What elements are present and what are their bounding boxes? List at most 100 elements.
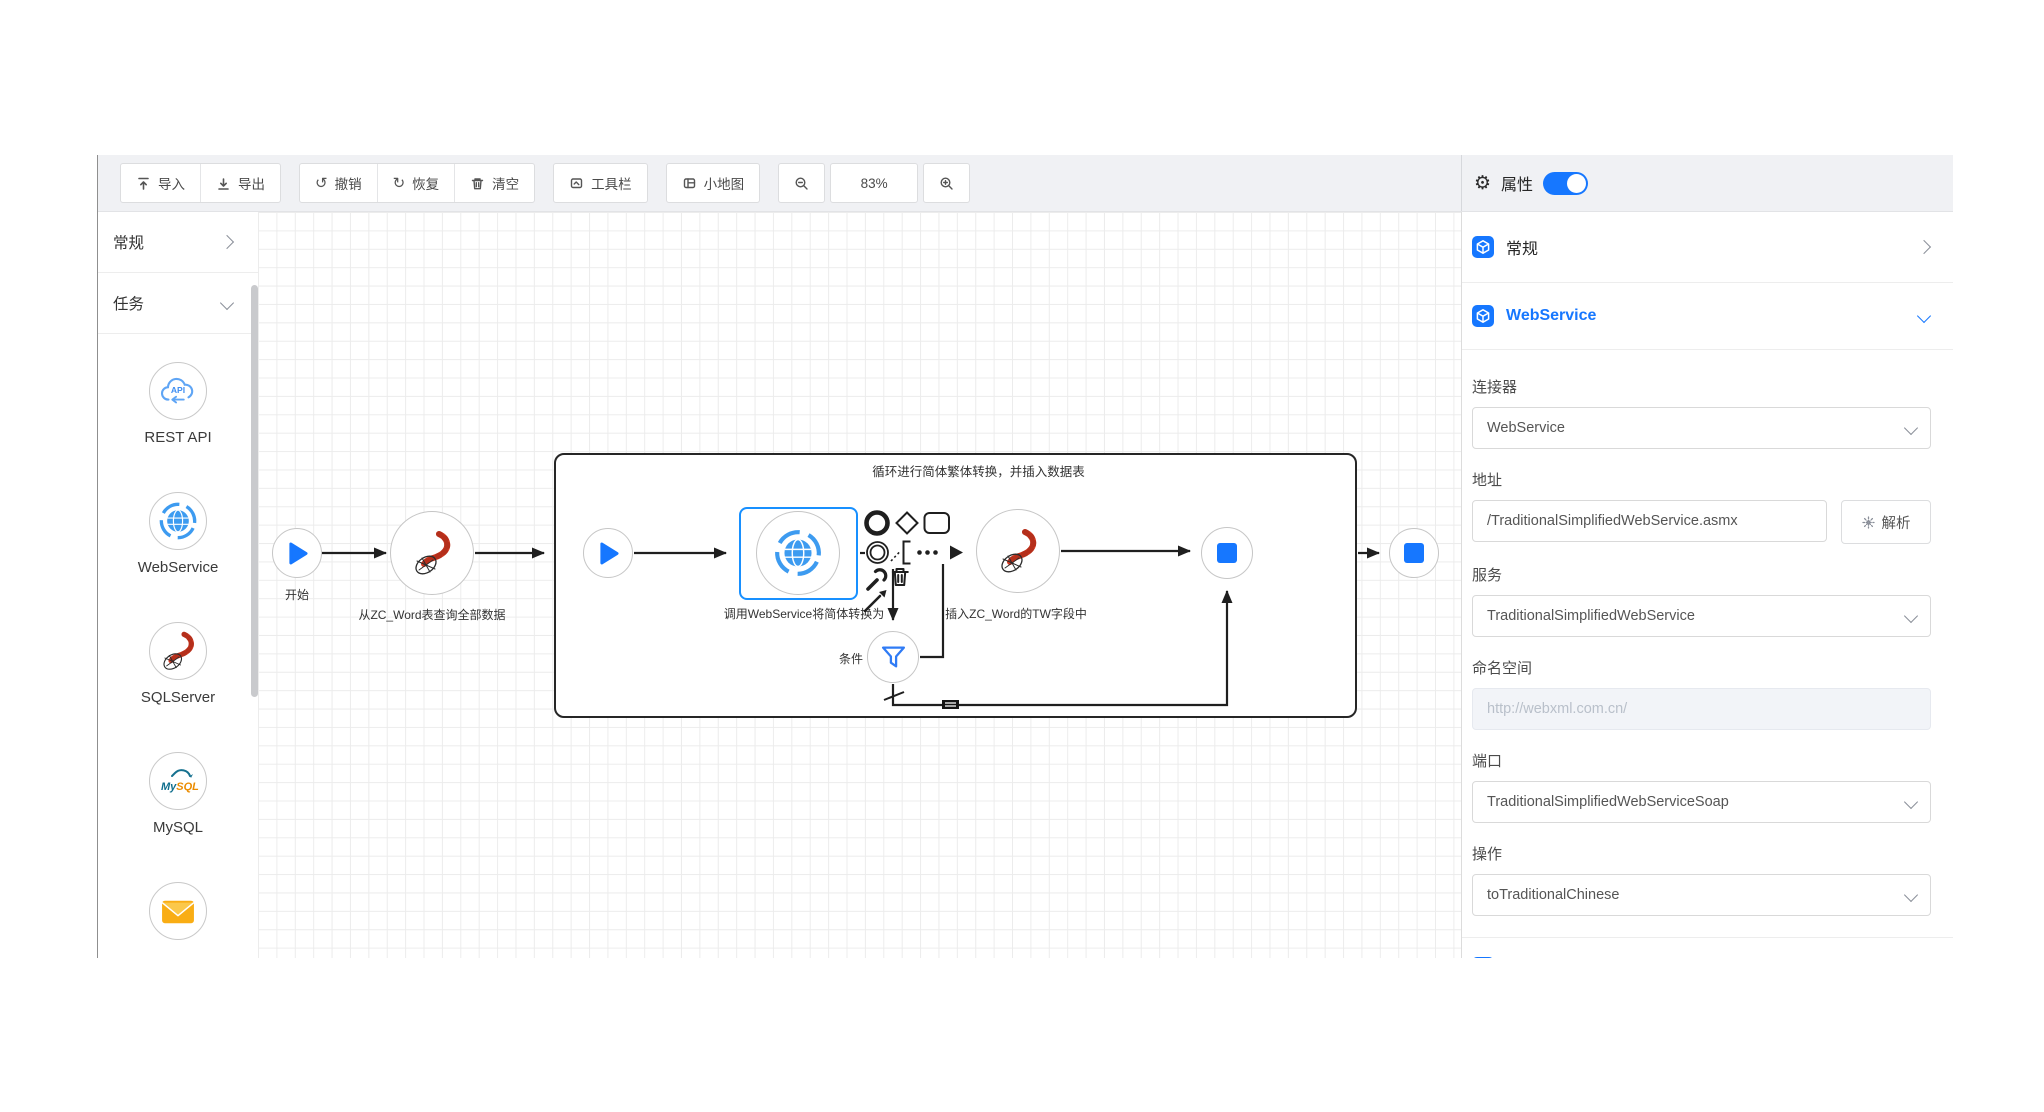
trash-icon bbox=[470, 176, 485, 191]
chevron-right-icon bbox=[220, 235, 234, 249]
rest-api-circle: API bbox=[149, 362, 207, 420]
sidebar-group-general[interactable]: 常规 bbox=[98, 212, 258, 273]
sql-query-node-label: 从ZC_Word表查询全部数据 bbox=[358, 606, 505, 623]
export-label: 导出 bbox=[238, 173, 265, 193]
toolbar-toggle-button[interactable]: 工具栏 bbox=[554, 164, 647, 202]
select-chevron-icon bbox=[1904, 609, 1918, 623]
address-row: 解析 bbox=[1472, 500, 1931, 544]
svg-text:MySQL: MySQL bbox=[161, 781, 199, 793]
namespace-label: 命名空间 bbox=[1472, 657, 1931, 678]
palette-item-sqlserver[interactable]: SQLServer bbox=[98, 622, 258, 706]
shape-circle-tool[interactable] bbox=[867, 513, 888, 534]
connect-tool[interactable] bbox=[891, 542, 911, 564]
minimap-group: 小地图 bbox=[666, 163, 761, 203]
group-task-label: 任务 bbox=[113, 292, 144, 314]
sql-query-node[interactable] bbox=[390, 511, 474, 595]
port-select[interactable]: TraditionalSimplifiedWebServiceSoap bbox=[1472, 781, 1931, 823]
webservice-form: 连接器 WebService 地址 解析 服务 TraditionalSimpl… bbox=[1462, 376, 1953, 916]
mysql-logo-icon: MySQL bbox=[157, 766, 199, 796]
export-button[interactable]: 导出 bbox=[200, 164, 280, 202]
parse-button[interactable]: 解析 bbox=[1841, 500, 1931, 544]
connector-select[interactable]: WebService bbox=[1472, 407, 1931, 449]
start-node[interactable] bbox=[272, 528, 322, 578]
webservice-globe-icon bbox=[773, 528, 823, 578]
section-webservice-label: WebService bbox=[1506, 307, 1596, 325]
start-node-label: 开始 bbox=[285, 586, 309, 603]
address-input[interactable] bbox=[1472, 500, 1827, 542]
properties-toggle[interactable] bbox=[1543, 172, 1588, 195]
cube-icon bbox=[1472, 305, 1494, 327]
properties-header: ⚙ 属性 bbox=[1461, 155, 1953, 211]
undo-button[interactable]: ↺ 撤销 bbox=[300, 164, 377, 202]
section-data-io-label: 数据I/O bbox=[1506, 956, 1559, 958]
webservice-globe-icon bbox=[158, 501, 198, 541]
palette-item-rest-api[interactable]: API REST API bbox=[98, 362, 258, 446]
shape-diamond-tool[interactable] bbox=[897, 513, 918, 534]
parse-button-label: 解析 bbox=[1882, 512, 1911, 533]
database-icon bbox=[1472, 957, 1494, 958]
node-palette-sidebar: 常规 任务 API REST API bbox=[98, 212, 258, 958]
section-general-label: 常规 bbox=[1506, 235, 1538, 259]
palette-item-email[interactable] bbox=[98, 882, 258, 940]
wrench-tool[interactable] bbox=[868, 570, 886, 589]
mysql-circle: MySQL bbox=[149, 752, 207, 810]
svg-text:API: API bbox=[171, 385, 185, 395]
operation-select[interactable]: toTraditionalChinese bbox=[1472, 874, 1931, 916]
minimap-button[interactable]: 小地图 bbox=[667, 164, 760, 202]
zoom-in-button[interactable] bbox=[924, 164, 969, 202]
email-envelope-icon bbox=[159, 896, 197, 926]
redo-label: 恢复 bbox=[412, 173, 439, 193]
play-icon bbox=[598, 541, 619, 566]
loop-start-node[interactable] bbox=[583, 528, 633, 578]
namespace-input[interactable] bbox=[1472, 688, 1931, 730]
zoom-out-group bbox=[778, 163, 825, 203]
service-select[interactable]: TraditionalSimplifiedWebService bbox=[1472, 595, 1931, 637]
toggle-knob bbox=[1567, 174, 1586, 193]
more-dots-icon[interactable] bbox=[917, 550, 938, 555]
properties-title: 属性 bbox=[1501, 171, 1533, 195]
palette-item-mysql[interactable]: MySQL MySQL bbox=[98, 752, 258, 836]
stop-square-icon bbox=[1404, 543, 1424, 563]
redo-button[interactable]: ↻ 恢复 bbox=[377, 164, 455, 202]
stop-square-icon bbox=[1217, 543, 1237, 563]
properties-panel: 常规 WebService 连接器 WebService 地址 解析 bbox=[1461, 212, 1953, 958]
flow-canvas[interactable]: 循环进行简体繁体转换，并插入数据表 bbox=[258, 212, 1461, 958]
chevron-down-icon bbox=[1917, 309, 1931, 323]
end-node[interactable] bbox=[1389, 528, 1439, 578]
zoom-in-group bbox=[923, 163, 970, 203]
zoom-level-value: 83% bbox=[861, 176, 888, 191]
sqlserver-logo-icon bbox=[408, 529, 456, 577]
redo-icon: ↻ bbox=[393, 176, 406, 191]
section-webservice[interactable]: WebService bbox=[1462, 283, 1953, 350]
top-toolbar: 导入 导出 ↺ 撤销 ↻ 恢复 清空 bbox=[98, 155, 1953, 212]
loop-end-node[interactable] bbox=[1201, 527, 1253, 579]
zoom-out-button[interactable] bbox=[779, 164, 824, 202]
service-label: 服务 bbox=[1472, 564, 1931, 585]
delete-tool[interactable] bbox=[893, 569, 908, 585]
palette-item-webservice[interactable]: WebService bbox=[98, 492, 258, 576]
toolbar-toggle-group: 工具栏 bbox=[553, 163, 648, 203]
import-label: 导入 bbox=[158, 173, 185, 193]
select-chevron-icon bbox=[1904, 888, 1918, 902]
history-group: ↺ 撤销 ↻ 恢复 清空 bbox=[299, 163, 535, 203]
sqlserver-logo-icon bbox=[157, 630, 199, 672]
select-chevron-icon bbox=[1904, 795, 1918, 809]
zoom-level-display[interactable]: 83% bbox=[831, 164, 917, 202]
shape-rect-tool[interactable] bbox=[925, 513, 950, 533]
condition-node[interactable] bbox=[867, 631, 919, 683]
section-general[interactable]: 常规 bbox=[1462, 212, 1953, 283]
export-icon bbox=[216, 176, 231, 191]
shape-ring-tool[interactable] bbox=[867, 542, 888, 563]
import-button[interactable]: 导入 bbox=[121, 164, 200, 202]
select-chevron-icon bbox=[1904, 421, 1918, 435]
sql-insert-node[interactable] bbox=[976, 509, 1060, 593]
resize-arrow-tool[interactable] bbox=[865, 590, 887, 611]
sidebar-scrollbar[interactable] bbox=[251, 285, 258, 697]
webservice-node[interactable] bbox=[756, 511, 840, 595]
clear-button[interactable]: 清空 bbox=[454, 164, 534, 202]
play-icon bbox=[287, 541, 308, 566]
sidebar-group-task[interactable]: 任务 bbox=[98, 273, 258, 334]
undo-icon: ↺ bbox=[315, 176, 328, 191]
section-data-io[interactable]: 数据I/O bbox=[1462, 937, 1953, 958]
connector-value: WebService bbox=[1487, 420, 1565, 436]
